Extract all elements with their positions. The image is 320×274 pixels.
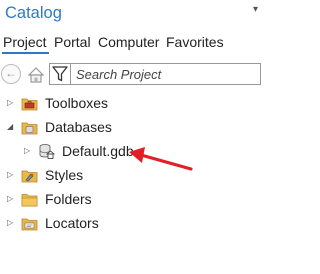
tab-project[interactable]: Project [3, 33, 47, 51]
expand-arrow-icon[interactable]: ▷ [7, 98, 15, 108]
styles-folder-icon [21, 170, 38, 183]
database-folder-icon [21, 122, 38, 135]
tab-computer[interactable]: Computer [98, 33, 159, 51]
locator-folder-icon [21, 218, 38, 231]
tree-item-locators[interactable]: ▷ Locators [0, 212, 261, 236]
tree-item-label: Default.gdb [62, 143, 134, 159]
search-field[interactable] [71, 63, 261, 85]
search-input[interactable] [76, 66, 256, 82]
expand-arrow-icon[interactable]: ▷ [7, 194, 15, 204]
active-tab-indicator [2, 52, 49, 54]
catalog-toolbar: ← [0, 62, 261, 86]
tree-item-label: Folders [45, 191, 92, 207]
tab-portal[interactable]: Portal [54, 33, 91, 51]
collapse-arrow-icon[interactable]: ◢ [7, 122, 15, 132]
geodatabase-home-icon [39, 144, 55, 159]
tree-item-label: Styles [45, 167, 84, 183]
tree-item-label: Locators [45, 215, 99, 231]
tab-favorites[interactable]: Favorites [166, 33, 224, 51]
expand-arrow-icon[interactable]: ▷ [7, 218, 15, 228]
home-icon [27, 67, 45, 83]
red-arrow-icon [129, 147, 193, 171]
pane-menu-icon[interactable]: ▾ [253, 2, 261, 18]
back-button[interactable]: ← [1, 64, 21, 84]
catalog-tabs: Project Portal Computer Favorites [0, 33, 261, 54]
tree-item-label: Toolboxes [45, 95, 109, 111]
tree-item-label: Databases [45, 119, 112, 135]
tree-item-folders[interactable]: ▷ Folders [0, 188, 261, 212]
back-arrow-icon: ← [5, 66, 17, 80]
home-button[interactable] [26, 65, 46, 85]
filter-button[interactable] [49, 63, 71, 85]
folder-icon [21, 194, 38, 207]
tree-item-toolboxes[interactable]: ▷ Toolboxes [0, 92, 261, 116]
expand-arrow-icon[interactable]: ▷ [7, 170, 15, 180]
pane-title: Catalog [5, 4, 62, 22]
expand-arrow-icon[interactable]: ▷ [24, 146, 32, 156]
filter-icon [52, 66, 68, 82]
catalog-pane: Catalog ▾ Project Portal Computer Favori… [0, 0, 261, 274]
toolbox-folder-icon [21, 98, 38, 111]
